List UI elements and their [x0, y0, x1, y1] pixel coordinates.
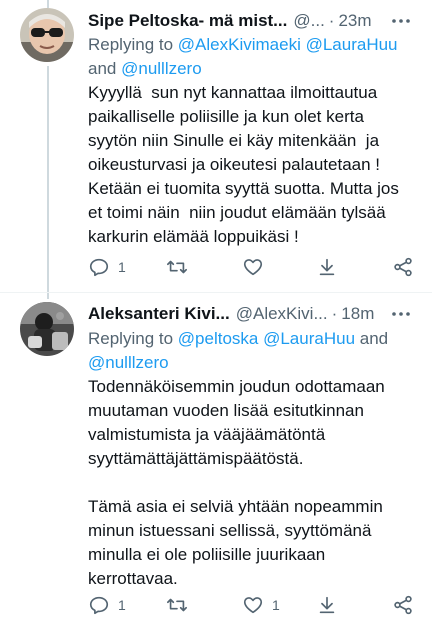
share-button[interactable]: [392, 593, 414, 617]
tweet-actions: 1: [88, 255, 418, 279]
avatar[interactable]: [20, 8, 74, 62]
replying-to-label: Replying to: [88, 35, 174, 54]
heart-icon: [243, 259, 263, 276]
retweet-button[interactable]: [166, 593, 196, 617]
reply-mentions-link[interactable]: @AlexKivimaeki @LauraHuu: [178, 35, 398, 54]
reply-button[interactable]: 1: [88, 255, 126, 279]
retweet-icon: [167, 598, 187, 612]
avatar[interactable]: [20, 302, 74, 356]
more-options-button[interactable]: [390, 303, 412, 325]
display-name[interactable]: Aleksanteri Kivi...: [88, 304, 230, 324]
tweet-text: Kyyyllä sun nyt kannattaa ilmoittautua p…: [88, 83, 404, 246]
tweet-actions: 1 1: [88, 593, 418, 617]
reply-icon: [89, 596, 109, 615]
more-dots-icon: [392, 19, 410, 23]
tweet-2[interactable]: Aleksanteri Kivi... @AlexKivi... · 18m R…: [0, 293, 432, 628]
like-count: 1: [272, 597, 280, 613]
download-icon: [319, 596, 335, 614]
tweet-header: Sipe Peltoska- mä mist... @... · 23m: [88, 10, 418, 32]
replying-to: Replying to @peltoska @LauraHuu and @nul…: [88, 327, 398, 375]
timestamp[interactable]: 23m: [338, 11, 371, 31]
heart-icon: [243, 597, 263, 614]
share-icon: [394, 257, 412, 277]
timestamp[interactable]: 18m: [341, 304, 374, 324]
replying-to: Replying to @AlexKivimaeki @LauraHuu and…: [88, 33, 398, 81]
tweet-1[interactable]: Sipe Peltoska- mä mist... @... · 23m Rep…: [0, 0, 432, 292]
replying-to-label: Replying to: [88, 329, 174, 348]
user-handle[interactable]: @AlexKivi...: [236, 304, 328, 324]
reply-count: 1: [118, 597, 126, 613]
reply-mention-link[interactable]: @nulllzero: [88, 353, 169, 372]
reply-and-label: and: [88, 59, 117, 78]
retweet-icon: [167, 260, 187, 274]
tweet-text: Todennäköisemmin joudun odottamaan muuta…: [88, 377, 385, 588]
separator-dot: ·: [328, 11, 335, 30]
reply-icon: [89, 258, 109, 277]
download-button[interactable]: [316, 593, 338, 617]
download-button[interactable]: [316, 255, 338, 279]
share-button[interactable]: [392, 255, 414, 279]
like-button[interactable]: 1: [242, 593, 280, 617]
reply-and-label: and: [359, 329, 389, 348]
reply-mentions-link[interactable]: @peltoska @LauraHuu: [178, 329, 355, 348]
separator-dot: ·: [331, 304, 338, 323]
download-icon: [319, 258, 335, 276]
reply-count: 1: [118, 259, 126, 275]
more-options-button[interactable]: [390, 10, 412, 32]
reply-mention-link[interactable]: @nulllzero: [121, 59, 202, 78]
reply-button[interactable]: 1: [88, 593, 126, 617]
more-dots-icon: [392, 312, 410, 316]
avatar-image-icon: [20, 8, 74, 62]
display-name[interactable]: Sipe Peltoska- mä mist...: [88, 11, 287, 31]
retweet-button[interactable]: [166, 255, 196, 279]
share-icon: [394, 595, 412, 615]
like-button[interactable]: [242, 255, 272, 279]
user-handle[interactable]: @...: [293, 11, 324, 31]
avatar-image-icon: [20, 302, 74, 356]
tweet-header: Aleksanteri Kivi... @AlexKivi... · 18m: [88, 303, 418, 325]
